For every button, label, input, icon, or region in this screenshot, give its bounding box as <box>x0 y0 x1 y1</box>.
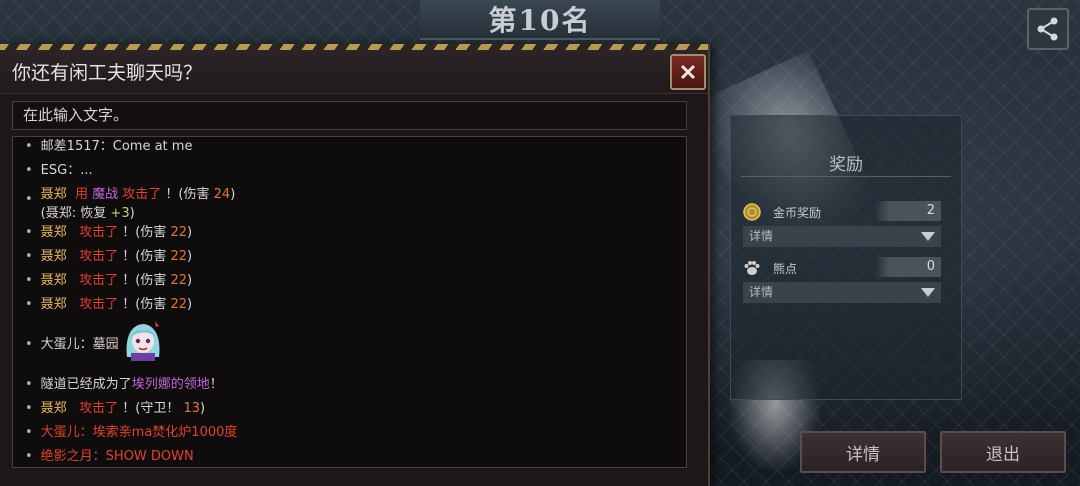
rank-title: 第10名 <box>488 4 592 37</box>
chat-message: • 聂郑 攻击了 ！(伤害 22) <box>25 273 193 288</box>
gold-details-label: 详情 <box>749 229 774 243</box>
chat-dialog-header: 你还有闲工夫聊天吗？ <box>0 50 708 94</box>
gold-reward-row: 金币奖励 2 详情 <box>743 201 941 247</box>
gold-reward-label: 金币奖励 <box>773 206 822 220</box>
anime-girl-sticker <box>126 321 160 361</box>
bear-points-value: 0 <box>875 257 941 277</box>
chat-dialog: 你还有闲工夫聊天吗？ 在此输入文字。 • 邮差1517：Come at me • E… <box>0 44 710 486</box>
divider <box>741 176 951 177</box>
chat-message: • 邮差1517：Come at me <box>25 139 193 154</box>
chat-message: • ESG：... <box>25 163 93 178</box>
reward-title: 奖励 <box>829 155 863 175</box>
chat-log[interactable]: • 邮差1517：Come at me • ESG：... • 聂郑 用 魔战 攻击… <box>12 136 687 468</box>
chat-message: • 聂郑 攻击了 ！(伤害 22) <box>25 225 193 240</box>
close-button[interactable] <box>670 54 706 90</box>
dropdown-arrow-icon <box>921 232 935 241</box>
rank-banner: 第10名 <box>420 0 660 40</box>
exit-button[interactable]: 退出 <box>940 431 1066 473</box>
share-button[interactable] <box>1027 8 1069 50</box>
gold-reward-value: 2 <box>875 201 941 221</box>
gold-coin-icon <box>743 203 761 221</box>
bear-details-label: 详情 <box>749 285 774 299</box>
reward-panel: 奖励 金币奖励 2 详情 熊点 0 详情 <box>730 115 962 400</box>
chat-input[interactable]: 在此输入文字。 <box>12 101 687 130</box>
bear-paw-icon <box>744 261 760 275</box>
chat-dialog-title: 你还有闲工夫聊天吗？ <box>12 62 203 84</box>
chat-message: • 聂郑 用 魔战 攻击了 ！(伤害 24) (聂郑: 恢复 +3) <box>25 187 236 221</box>
chat-message: • 聂郑 攻击了 ！(伤害 22) <box>25 297 193 312</box>
dropdown-arrow-icon <box>921 288 935 297</box>
chat-message: • 大蛋儿：埃索亲ma焚化炉1000度 <box>25 425 238 440</box>
bear-points-row: 熊点 0 详情 <box>743 257 941 303</box>
chat-message: • 聂郑 攻击了 ！(伤害 22) <box>25 249 193 264</box>
bear-points-label: 熊点 <box>773 262 798 276</box>
close-icon <box>680 64 696 80</box>
chat-message: • 大蛋儿：墓园 <box>25 337 119 352</box>
details-button[interactable]: 详情 <box>800 431 926 473</box>
chat-message: • 绝影之月：SHOW DOWN <box>25 449 194 464</box>
share-icon <box>1037 17 1058 41</box>
gold-details-dropdown[interactable]: 详情 <box>743 226 941 247</box>
bear-details-dropdown[interactable]: 详情 <box>743 282 941 303</box>
chat-message: • 隧道已经成为了埃列娜的领地！ <box>25 377 223 392</box>
chat-message: • 聂郑 攻击了 ！(守卫！ 13) <box>25 401 206 416</box>
